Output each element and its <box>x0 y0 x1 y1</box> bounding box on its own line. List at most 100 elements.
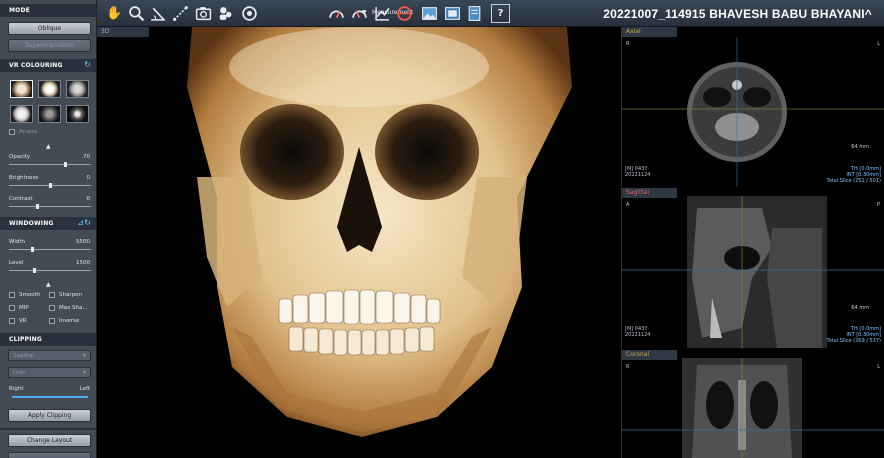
vr-preset-1[interactable] <box>10 80 33 98</box>
inverse-checkbox[interactable] <box>49 318 55 324</box>
angle-icon[interactable] <box>148 4 167 23</box>
clipping-mode-select[interactable]: User ▾ <box>8 367 91 378</box>
axial-view[interactable]: Axial R L 64 mm [M] 043Y 20221124 TH [0.0… <box>621 27 884 187</box>
refresh-icon[interactable]: ↻ <box>84 60 91 69</box>
level-slider[interactable] <box>9 268 91 273</box>
level-slider-knob[interactable] <box>33 268 36 273</box>
patient-title: 20221007_114915 BHAVESH BABU BHAYANI^ <box>603 7 872 21</box>
sagittal-view[interactable]: Sagittal A P 64 mm [M] 043Y 20221124 TH [… <box>621 188 884 349</box>
inverse-label: Inverse <box>59 318 80 324</box>
change-layout-button[interactable]: Change Layout <box>8 434 91 447</box>
view-3d[interactable]: 3D <box>97 27 621 458</box>
coronal-ori-right: L <box>877 364 880 370</box>
gauge-icon[interactable] <box>327 4 346 23</box>
clip-right-label: Right <box>9 386 24 392</box>
vr-preset-6[interactable] <box>66 105 89 123</box>
opacity-value: 70 <box>83 154 90 160</box>
smooth-checkbox[interactable] <box>9 292 15 298</box>
level-label: Level <box>9 260 24 266</box>
airway-label: Airway <box>19 129 38 135</box>
brightness-slider-knob[interactable] <box>49 183 52 188</box>
axial-ori-right: L <box>877 41 880 47</box>
vr-preset-3[interactable] <box>66 80 89 98</box>
contrast-slider[interactable] <box>9 204 91 209</box>
brightness-value: 0 <box>86 175 91 181</box>
coronal-image <box>622 358 884 458</box>
coronal-view[interactable]: Coronal R L <box>621 350 884 458</box>
apply-clipping-button[interactable]: Apply Clipping <box>8 409 91 422</box>
opacity-slider[interactable] <box>9 162 91 167</box>
people-icon[interactable] <box>216 4 235 23</box>
sharpen-label: Sharpen <box>59 292 82 298</box>
image2-icon[interactable] <box>443 4 462 23</box>
chevron-down-icon-2: ▾ <box>82 369 86 376</box>
axial-ori-left: R <box>626 41 630 47</box>
clip-left-label: Left <box>79 386 90 392</box>
vr-preset-2[interactable] <box>38 80 61 98</box>
gauge2-icon[interactable] <box>350 4 369 23</box>
chart-icon[interactable] <box>373 4 392 23</box>
vr-colouring-header: VR COLOURING ↻ <box>0 59 96 72</box>
chevron-down-icon: ▾ <box>82 352 86 359</box>
width-value: 5500 <box>76 239 90 245</box>
pages-icon[interactable] <box>465 4 484 23</box>
hand-icon[interactable]: ✋ <box>105 4 124 23</box>
brightness-label: Brightness <box>9 175 39 181</box>
layout-extra-button[interactable] <box>8 452 91 458</box>
line-measure-icon[interactable] <box>171 4 190 23</box>
max-sharpen-label: Max Sha... <box>59 305 88 311</box>
axial-info-right: TH [0.0mm] INT [0.30mm] Total Slice (251 /… <box>826 166 882 184</box>
width-slider-knob[interactable] <box>31 247 34 252</box>
contrast-slider-knob[interactable] <box>36 204 39 209</box>
collapse-caret-icon-2[interactable]: ▲ <box>46 281 51 288</box>
windowing-header: WINDOWING ⊿↻ <box>0 217 96 230</box>
mode-header: MODE <box>0 4 96 17</box>
opacity-slider-knob[interactable] <box>64 162 67 167</box>
help-icon[interactable]: ? <box>491 4 510 23</box>
clipping-header: CLIPPING <box>0 333 96 346</box>
left-panel: MODE Oblique Superimposition VR COLOURIN… <box>0 0 97 458</box>
level-value: 1500 <box>76 260 90 266</box>
divider <box>0 428 96 430</box>
sagittal-info-left: [M] 043Y 20221124 <box>625 326 651 338</box>
sharpen-checkbox[interactable] <box>49 292 55 298</box>
width-slider[interactable] <box>9 247 91 252</box>
windowing-refresh-icon[interactable]: ⊿↻ <box>77 218 91 227</box>
sagittal-tab[interactable]: Sagittal <box>622 188 677 198</box>
sagittal-info-right: TH [0.0mm] INT [0.30mm] Total Slice (269 /… <box>826 326 882 344</box>
camera-icon[interactable] <box>194 4 213 23</box>
contrast-label: Contrast <box>9 196 33 202</box>
circle-slash-icon[interactable] <box>395 4 414 23</box>
contrast-value: 0 <box>86 196 91 202</box>
coronal-tab[interactable]: Coronal <box>622 350 677 360</box>
vr-preset-5[interactable] <box>38 105 61 123</box>
brightness-slider[interactable] <box>9 183 91 188</box>
oblique-button[interactable]: Oblique <box>8 22 91 35</box>
opacity-label: Opacity <box>9 154 31 160</box>
axial-image <box>622 37 884 187</box>
vr-checkbox[interactable] <box>9 318 15 324</box>
smooth-label: Smooth <box>19 292 41 298</box>
sagittal-ori-left: A <box>626 202 630 208</box>
max-sharpen-checkbox[interactable] <box>49 305 55 311</box>
view-3d-tab[interactable]: 3D <box>97 27 149 37</box>
clipping-view-select[interactable]: Sagittal ▾ <box>8 350 91 361</box>
collapse-caret-icon[interactable]: ▲ <box>46 143 51 150</box>
width-label: Width <box>9 239 25 245</box>
superimposition-button[interactable]: Superimposition <box>8 39 91 52</box>
mip-label: MIP <box>19 305 29 311</box>
sagittal-ori-right: P <box>876 202 880 208</box>
mip-checkbox[interactable] <box>9 305 15 311</box>
sagittal-scale: 64 mm <box>851 305 869 311</box>
capture-icon[interactable] <box>240 4 259 23</box>
clipping-range-slider[interactable] <box>12 396 88 398</box>
coronal-ori-left: R <box>626 364 630 370</box>
vr-preset-4[interactable] <box>10 105 33 123</box>
airway-checkbox[interactable] <box>9 129 15 135</box>
axial-info-left: [M] 043Y 20221124 <box>625 166 651 178</box>
zoom-icon[interactable] <box>127 4 146 23</box>
sagittal-image <box>622 196 884 349</box>
axial-tab[interactable]: Axial <box>622 27 677 37</box>
image-icon[interactable] <box>420 4 439 23</box>
skull-render <box>187 27 572 437</box>
